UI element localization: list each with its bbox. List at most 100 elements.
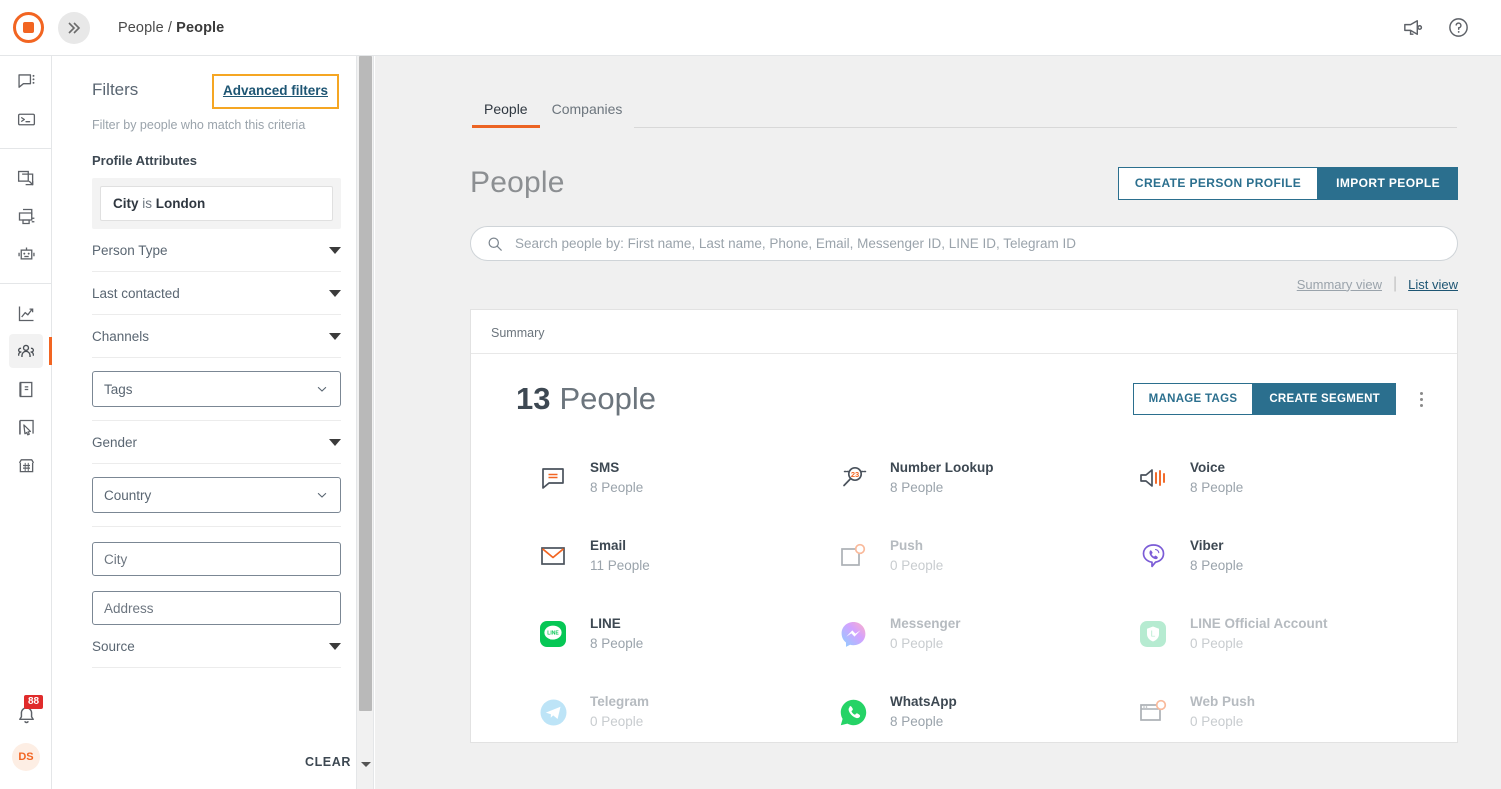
channel-email-text: Email 11 People xyxy=(590,537,650,576)
summary-card-header: Summary xyxy=(471,310,1457,354)
copy-send-glyph xyxy=(16,168,37,189)
channel-push[interactable]: Push 0 People xyxy=(831,517,1131,595)
flow-cursor-glyph xyxy=(16,417,37,438)
chevron-down-icon xyxy=(329,290,341,297)
main-content: People Companies People CREATE PERSON PR… xyxy=(375,56,1501,789)
printer-send-glyph xyxy=(16,206,37,227)
chevron-double-right-icon[interactable] xyxy=(58,12,90,44)
filter-select-country[interactable]: Country xyxy=(92,477,341,513)
channel-grid: SMS 8 People 23 xyxy=(471,417,1457,743)
channel-line[interactable]: LINE LINE 8 People xyxy=(531,595,831,673)
avatar[interactable]: DS xyxy=(12,743,40,771)
active-filter-chip[interactable]: City is London xyxy=(100,186,333,221)
sidebar-item-broadcast[interactable] xyxy=(0,197,52,235)
sidebar-item-conversations[interactable] xyxy=(0,62,52,100)
channel-line-official-account[interactable]: L LINE Official Account 0 People xyxy=(1131,595,1431,673)
kebab-menu-icon[interactable] xyxy=(1410,385,1432,413)
channel-count: 0 People xyxy=(890,633,961,654)
channel-count: 11 People xyxy=(590,555,650,576)
telegram-icon xyxy=(531,698,575,727)
breadcrumb-root[interactable]: People xyxy=(118,20,164,36)
sidebar-item-content[interactable] xyxy=(0,370,52,408)
filter-accordion-last-contacted[interactable]: Last contacted xyxy=(92,272,341,315)
chevron-down-icon xyxy=(329,439,341,446)
chevron-double-right-glyph xyxy=(66,20,82,36)
channel-web-push[interactable]: Web Push 0 People xyxy=(1131,673,1431,743)
sidebar-item-console[interactable] xyxy=(0,100,52,138)
sidebar-item-people[interactable] xyxy=(0,332,52,370)
page-title: People xyxy=(470,166,565,200)
megaphone-icon[interactable] xyxy=(1399,15,1425,41)
summary-view-link[interactable]: Summary view xyxy=(1297,277,1382,292)
channel-line-oa-text: LINE Official Account 0 People xyxy=(1190,615,1328,654)
rail-group-communication xyxy=(0,56,51,144)
channel-messenger[interactable]: Messenger 0 People xyxy=(831,595,1131,673)
channel-whatsapp[interactable]: WhatsApp 8 People xyxy=(831,673,1131,743)
number-lookup-glyph: 23 xyxy=(838,463,868,493)
create-segment-button[interactable]: CREATE SEGMENT xyxy=(1253,383,1396,415)
rail-divider-2 xyxy=(0,283,51,284)
scroll-down-arrow-icon[interactable] xyxy=(357,756,374,773)
number-lookup-icon: 23 xyxy=(831,463,875,493)
advanced-filters-highlight: Advanced filters xyxy=(212,74,339,109)
create-person-profile-button[interactable]: CREATE PERSON PROFILE xyxy=(1118,167,1318,200)
brand-logo[interactable] xyxy=(0,0,56,56)
svg-text:23: 23 xyxy=(851,470,859,479)
channel-name: Push xyxy=(890,537,943,555)
filter-select-tags[interactable]: Tags xyxy=(92,371,341,407)
tab-bar: People Companies xyxy=(472,101,1457,128)
list-view-link[interactable]: List view xyxy=(1408,277,1458,292)
search-input[interactable]: Search people by: First name, Last name,… xyxy=(470,226,1458,261)
summary-card-actions: MANAGE TAGS CREATE SEGMENT xyxy=(1133,383,1432,415)
people-glyph xyxy=(15,340,37,362)
import-people-button[interactable]: IMPORT PEOPLE xyxy=(1318,167,1458,200)
channel-name: Web Push xyxy=(1190,693,1255,711)
terminal-glyph xyxy=(16,109,37,130)
tab-people[interactable]: People xyxy=(472,101,540,128)
channel-name: LINE xyxy=(590,615,643,633)
filter-accordion-channels[interactable]: Channels xyxy=(92,315,341,358)
summary-card: Summary 13 People MANAGE TAGS CREATE SEG… xyxy=(470,309,1458,743)
filter-input-address[interactable]: Address xyxy=(92,591,341,625)
tab-bar-underline xyxy=(634,127,1457,128)
channel-voice[interactable]: Voice 8 People xyxy=(1131,439,1431,517)
people-count-number: 13 xyxy=(516,381,550,417)
filter-label-source: Source xyxy=(92,639,135,654)
help-circle-icon[interactable] xyxy=(1445,15,1471,41)
channel-count: 8 People xyxy=(1190,477,1243,498)
profile-attributes-title: Profile Attributes xyxy=(92,153,341,168)
filter-input-city[interactable]: City xyxy=(92,542,341,576)
chat-bubble-icon xyxy=(9,64,43,98)
filter-label-gender: Gender xyxy=(92,435,137,450)
rail-group-marketing xyxy=(0,153,51,279)
sidebar-item-chatbots[interactable] xyxy=(0,235,52,273)
channel-telegram[interactable]: Telegram 0 People xyxy=(531,673,831,743)
filters-scrollbar[interactable] xyxy=(356,56,373,789)
filters-scrollbar-thumb[interactable] xyxy=(359,56,372,711)
channel-number-lookup[interactable]: 23 Number Lookup 8 People xyxy=(831,439,1131,517)
clear-filters-button[interactable]: CLEAR xyxy=(305,755,351,769)
sidebar-item-campaigns[interactable] xyxy=(0,159,52,197)
channel-sms[interactable]: SMS 8 People xyxy=(531,439,831,517)
tab-companies[interactable]: Companies xyxy=(540,101,635,128)
channel-viber[interactable]: Viber 8 People xyxy=(1131,517,1431,595)
viber-icon xyxy=(1131,542,1175,571)
notifications-bell[interactable]: 88 xyxy=(0,693,52,737)
filter-accordion-person-type[interactable]: Person Type xyxy=(92,229,341,272)
sidebar-item-analytics[interactable] xyxy=(0,294,52,332)
filter-accordion-gender[interactable]: Gender xyxy=(92,421,341,464)
filter-divider-country xyxy=(92,526,341,527)
manage-tags-button[interactable]: MANAGE TAGS xyxy=(1133,383,1254,415)
top-bar: People / People xyxy=(0,0,1501,56)
filters-content: Filters Advanced filters Filter by peopl… xyxy=(52,56,373,668)
advanced-filters-link[interactable]: Advanced filters xyxy=(223,83,328,98)
filters-header: Filters Advanced filters xyxy=(92,80,341,109)
filter-label-person-type: Person Type xyxy=(92,243,168,258)
chip-operator: is xyxy=(142,196,152,211)
book-icon xyxy=(9,372,43,406)
filter-accordion-source[interactable]: Source xyxy=(92,625,341,668)
sidebar-item-storefront[interactable] xyxy=(0,446,52,484)
active-filter-chip-container: City is London xyxy=(92,178,341,229)
channel-email[interactable]: Email 11 People xyxy=(531,517,831,595)
sidebar-item-flows[interactable] xyxy=(0,408,52,446)
